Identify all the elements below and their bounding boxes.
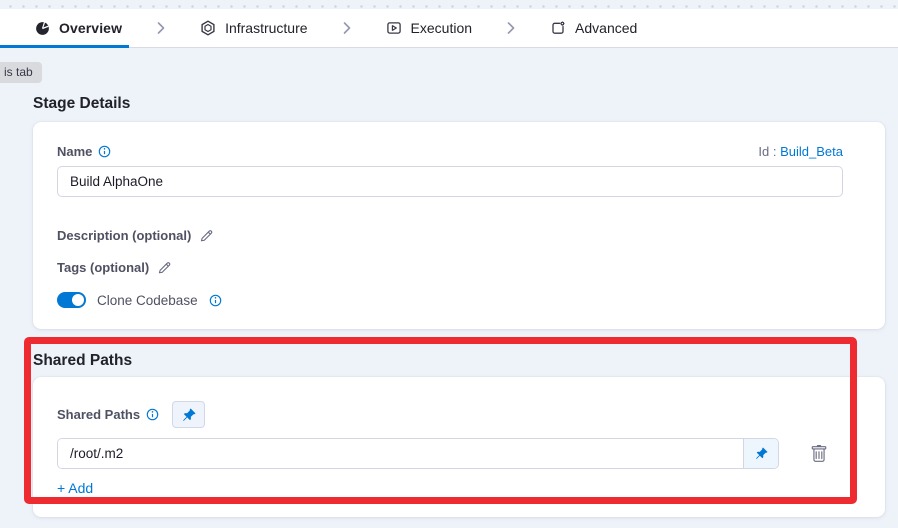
chevron-right-icon (153, 20, 169, 36)
edit-pencil-icon[interactable] (199, 228, 214, 243)
description-label: Description (optional) (57, 228, 191, 243)
tab-advanced-label: Advanced (575, 20, 637, 36)
stage-details-card: Name Id : Build_Beta Description (option… (33, 122, 885, 329)
name-label: Name (57, 144, 92, 159)
info-icon[interactable] (209, 294, 222, 307)
edit-pencil-icon[interactable] (157, 260, 172, 275)
advanced-gear-box-icon (550, 20, 566, 36)
pin-input-type-button[interactable] (743, 439, 778, 468)
shared-paths-label: Shared Paths (57, 407, 140, 422)
chevron-right-icon (503, 20, 519, 36)
tags-label: Tags (optional) (57, 260, 149, 275)
trash-icon (810, 445, 828, 463)
shared-path-input[interactable] (58, 439, 743, 468)
stage-config-tabbar: Overview Infrastructure Execution (0, 9, 898, 48)
tab-overview-label: Overview (59, 20, 122, 36)
info-icon[interactable] (98, 145, 111, 158)
info-icon[interactable] (146, 408, 159, 421)
stage-name-input[interactable] (57, 166, 843, 197)
shared-paths-field-label-row: Shared Paths (57, 407, 159, 422)
pin-input-type-button[interactable] (172, 401, 205, 428)
tab-advanced[interactable]: Advanced (550, 9, 637, 47)
pin-icon (755, 447, 768, 460)
tab-execution-label: Execution (411, 20, 472, 36)
clone-codebase-toggle[interactable] (57, 292, 86, 308)
clipped-tooltip: is tab (0, 62, 42, 83)
tab-infrastructure[interactable]: Infrastructure (200, 9, 307, 47)
chevron-right-icon (339, 20, 355, 36)
overview-pie-icon (35, 21, 50, 36)
shared-path-input-group (57, 438, 779, 469)
shared-paths-heading: Shared Paths (33, 352, 132, 370)
canvas-dot-background (0, 0, 898, 9)
delete-path-button[interactable] (810, 445, 828, 463)
stage-id-link[interactable]: Build_Beta (780, 144, 843, 159)
tab-execution[interactable]: Execution (386, 9, 472, 47)
stage-details-heading: Stage Details (33, 95, 130, 113)
active-tab-underline (0, 45, 129, 48)
add-shared-path-link[interactable]: + Add (57, 480, 93, 496)
clone-codebase-label: Clone Codebase (97, 293, 198, 308)
tab-infrastructure-label: Infrastructure (225, 20, 307, 36)
name-field-label-row: Name (57, 144, 111, 159)
stage-id: Id : Build_Beta (758, 144, 843, 159)
id-label: Id : (758, 144, 776, 159)
shared-paths-card: Shared Paths (33, 377, 885, 517)
pin-icon (182, 408, 196, 422)
infrastructure-hexagon-icon (200, 20, 216, 36)
execution-play-icon (386, 20, 402, 36)
tab-overview[interactable]: Overview (35, 9, 122, 47)
